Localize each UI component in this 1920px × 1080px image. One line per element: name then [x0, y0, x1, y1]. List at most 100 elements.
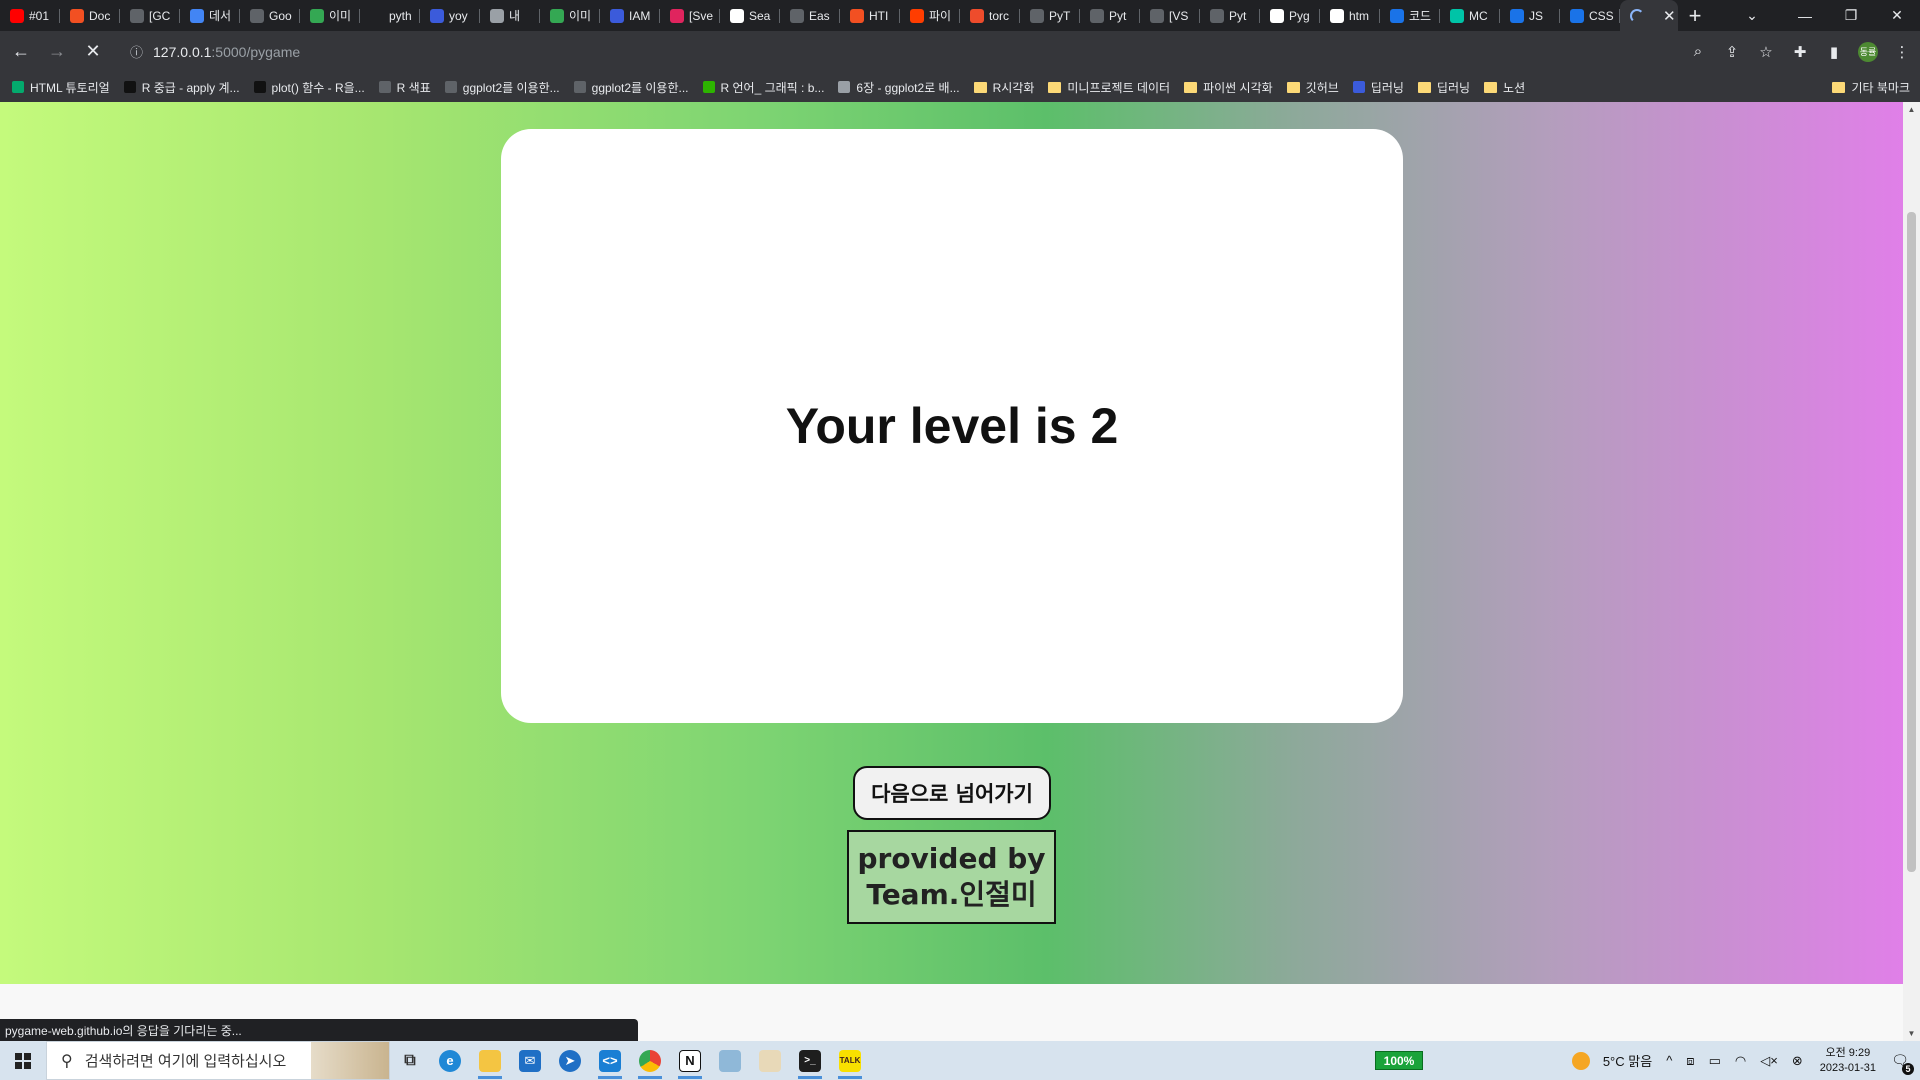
new-tab-button[interactable]: + — [1678, 3, 1712, 29]
mattermost-icon[interactable]: ➤ — [550, 1041, 590, 1080]
tab-item[interactable]: [GC — [120, 0, 180, 31]
tab-item[interactable]: Pyg — [1260, 0, 1320, 31]
bookmark-label: plot() 함수 - R을... — [271, 80, 365, 95]
terminal-icon[interactable]: >_ — [790, 1041, 830, 1080]
notification-center-icon[interactable]: 🗨 5 — [1888, 1049, 1914, 1075]
stop-loading-button[interactable]: ✕ — [78, 37, 108, 67]
bookmark-item[interactable]: 딥러닝 — [1352, 79, 1404, 96]
tab-item[interactable]: 파이 — [900, 0, 960, 31]
task-view-icon[interactable]: ⧉ — [390, 1041, 430, 1080]
tab-item[interactable]: #01 — [0, 0, 60, 31]
tab-item[interactable]: HTI — [840, 0, 900, 31]
bookmark-item[interactable]: R 언어_ 그래픽 : b... — [702, 79, 824, 96]
bookmark-folder[interactable]: 파이썬 시각화 — [1184, 79, 1273, 96]
tab-item[interactable]: [Sve — [660, 0, 720, 31]
start-button[interactable] — [0, 1041, 46, 1080]
paint-icon[interactable] — [750, 1041, 790, 1080]
tab-item[interactable]: torc — [960, 0, 1020, 31]
restore-button[interactable]: ❐ — [1828, 0, 1874, 31]
close-window-button[interactable]: ✕ — [1874, 0, 1920, 31]
tab-item[interactable]: Sea — [720, 0, 780, 31]
tab-favicon-icon — [70, 8, 84, 23]
bookmark-item[interactable]: HTML 튜토리얼 — [12, 79, 110, 96]
bookmark-folder[interactable]: 깃허브 — [1286, 79, 1339, 96]
device-icon[interactable]: ⧈ — [1686, 1053, 1694, 1069]
tab-item[interactable]: Doc — [60, 0, 120, 31]
bookmark-folder[interactable]: R시각화 — [973, 79, 1035, 96]
mail-icon[interactable]: ✉ — [510, 1041, 550, 1080]
tab-item[interactable]: 데서 — [180, 0, 240, 31]
bookmark-item[interactable]: 6장 - ggplot2로 배... — [838, 79, 960, 96]
bookmark-item[interactable]: ggplot2를 이용한... — [444, 79, 560, 96]
volume-muted-icon[interactable]: ◁× — [1760, 1053, 1778, 1069]
tab-item[interactable]: htm — [1320, 0, 1380, 31]
disconnected-icon[interactable]: ⊗ — [1792, 1053, 1803, 1069]
tab-item[interactable]: 코드 — [1380, 0, 1440, 31]
battery-icon[interactable]: ▭ — [1709, 1053, 1721, 1069]
tab-item[interactable]: JS — [1500, 0, 1560, 31]
tab-item[interactable]: Pyt — [1080, 0, 1140, 31]
other-bookmarks[interactable]: 기타 북마크 — [1832, 72, 1910, 102]
bookmark-folder[interactable]: 노션 — [1484, 79, 1525, 96]
taskbar-clock[interactable]: 오전 9:29 2023-01-31 — [1820, 1046, 1876, 1076]
tab-item[interactable]: Goo — [240, 0, 300, 31]
tab-active[interactable]: ✕ — [1620, 0, 1678, 31]
close-tab-icon[interactable]: ✕ — [1663, 7, 1676, 25]
tab-item[interactable]: IAM — [600, 0, 660, 31]
notepad-icon[interactable] — [710, 1041, 750, 1080]
battery-badge: 100% — [1375, 1051, 1423, 1070]
vscode-icon[interactable]: <> — [590, 1041, 630, 1080]
tab-title: HTI — [869, 8, 889, 23]
taskbar-search-box[interactable]: ⚲ 검색하려면 여기에 입력하십시오 — [46, 1041, 390, 1080]
tab-item[interactable]: CSS — [1560, 0, 1620, 31]
wifi-icon[interactable]: ◠ — [1735, 1053, 1746, 1069]
extensions-icon[interactable]: ✚ — [1790, 43, 1810, 61]
bookmark-label: R 색표 — [396, 80, 431, 95]
tab-item[interactable]: Pyt — [1200, 0, 1260, 31]
share-icon[interactable]: ⇪ — [1722, 43, 1742, 61]
tab-item[interactable]: 내 — [480, 0, 540, 31]
tab-item[interactable]: MC — [1440, 0, 1500, 31]
weather-text[interactable]: 5°C 맑음 — [1603, 1051, 1652, 1070]
tab-title: Eas — [809, 8, 830, 23]
tab-favicon-icon — [1570, 8, 1584, 23]
bookmark-item[interactable]: R 중급 - apply 계... — [123, 79, 240, 96]
zoom-icon[interactable]: ⌕ — [1688, 43, 1708, 60]
tab-item[interactable]: pyth — [360, 0, 420, 31]
menu-kebab-icon[interactable]: ⋮ — [1892, 43, 1912, 61]
back-button[interactable]: ← — [6, 37, 36, 67]
tab-item[interactable]: 이미 — [540, 0, 600, 31]
forward-button[interactable]: → — [42, 37, 72, 67]
address-bar[interactable]: ⓘ 127.0.0.1:5000/pygame — [118, 37, 1418, 67]
file-explorer-icon[interactable] — [470, 1041, 510, 1080]
side-panel-icon[interactable]: ▮ — [1824, 43, 1844, 61]
scrollbar-thumb[interactable] — [1907, 212, 1916, 872]
next-button[interactable]: 다음으로 넘어가기 — [853, 766, 1051, 820]
bookmark-item[interactable]: R 색표 — [378, 79, 431, 96]
edge-icon[interactable]: e — [430, 1041, 470, 1080]
bookmark-star-icon[interactable]: ☆ — [1756, 43, 1776, 61]
site-info-icon[interactable]: ⓘ — [130, 42, 143, 61]
chrome-icon[interactable] — [630, 1041, 670, 1080]
bookmark-item[interactable]: plot() 함수 - R을... — [253, 79, 365, 96]
bookmark-item[interactable]: ggplot2를 이용한... — [573, 79, 689, 96]
tab-item[interactable]: [VS — [1140, 0, 1200, 31]
tab-search-icon[interactable]: ⌄ — [1732, 0, 1772, 31]
tab-title: Pyt — [1109, 8, 1127, 23]
minimize-button[interactable]: — — [1782, 0, 1828, 31]
kakaotalk-icon[interactable]: TALK — [830, 1041, 870, 1080]
show-hidden-icons-icon[interactable]: ^ — [1666, 1053, 1672, 1068]
tab-item[interactable]: 이미 — [300, 0, 360, 31]
tab-item[interactable]: Eas — [780, 0, 840, 31]
notion-icon[interactable]: N — [670, 1041, 710, 1080]
url-text[interactable]: 127.0.0.1:5000/pygame — [153, 44, 300, 60]
scroll-up-arrow-icon[interactable]: ▲ — [1903, 105, 1920, 114]
scroll-down-arrow-icon[interactable]: ▼ — [1903, 1029, 1920, 1038]
tab-item[interactable]: PyT — [1020, 0, 1080, 31]
vertical-scrollbar[interactable]: ▲ ▼ — [1903, 102, 1920, 1041]
bookmark-label: R시각화 — [992, 80, 1035, 95]
bookmark-folder[interactable]: 딥러닝 — [1417, 79, 1470, 96]
profile-avatar[interactable]: 동률 — [1858, 41, 1878, 62]
bookmark-folder[interactable]: 미니프로젝트 데이터 — [1048, 79, 1170, 96]
tab-item[interactable]: yoy — [420, 0, 480, 31]
